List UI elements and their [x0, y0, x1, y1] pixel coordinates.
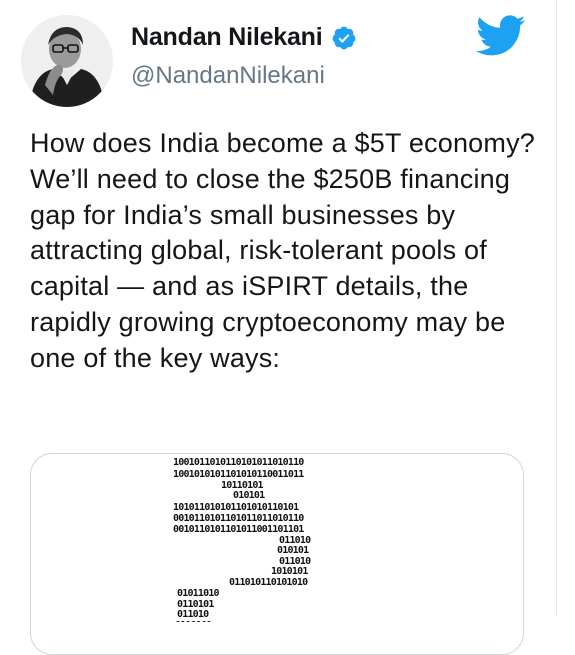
binary-line: 1001010101101010110011011 — [173, 469, 304, 480]
binary-line: 011010 — [177, 609, 209, 620]
binary-line: 1001011010110101011010110 — [173, 457, 304, 468]
tweet-card: Nandan Nilekani @NandanNilekani How does… — [0, 0, 555, 655]
author-handle[interactable]: @NandanNilekani — [131, 62, 325, 90]
binary-line: 01011010 — [177, 588, 220, 599]
binary-line: 0010110101101011011010110 — [173, 513, 304, 524]
binary-line: 0010110101101011001101101 — [173, 524, 304, 535]
avatar[interactable] — [21, 15, 113, 107]
rupee-binary-image: 1001011010110101011010110100101010110101… — [173, 457, 312, 622]
verified-badge-icon — [331, 25, 357, 51]
binary-line: 101011010101101010110101 — [173, 502, 299, 513]
binary-line: 0110101 — [175, 620, 212, 622]
link-preview-card[interactable]: 1001011010110101011010110 100101010110101… — [30, 453, 524, 655]
tweet-text: How does India become a $5T economy? We’… — [30, 128, 543, 373]
binary-line: 1010101 — [271, 566, 308, 577]
twitter-bird-icon[interactable] — [475, 15, 526, 57]
binary-line: 011010110101010 — [229, 577, 308, 588]
author-name[interactable]: Nandan Nilekani — [131, 23, 323, 52]
author-name-row[interactable]: Nandan Nilekani — [131, 23, 357, 52]
binary-line: 010101 — [277, 545, 309, 556]
binary-line: 010101 — [233, 490, 265, 501]
divider — [556, 0, 557, 616]
